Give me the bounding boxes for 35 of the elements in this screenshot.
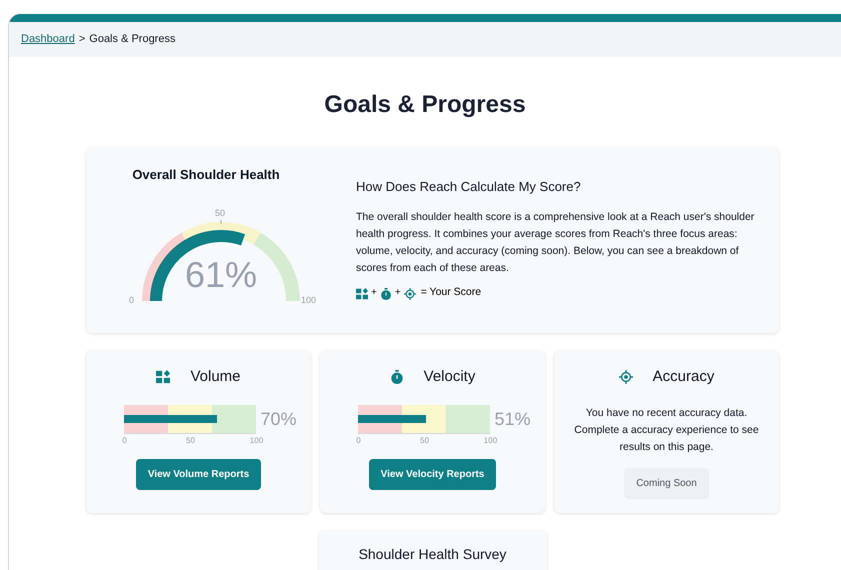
- tick-label: 0: [122, 434, 127, 446]
- reports-button[interactable]: View Volume Reports: [136, 458, 262, 490]
- plus-sign: +: [394, 286, 401, 300]
- gauge-tick-label: 50: [215, 206, 226, 220]
- tick-label: 100: [484, 434, 498, 446]
- page-title: Goals & Progress: [323, 90, 527, 120]
- card-title: Overall Shoulder Health: [132, 166, 280, 184]
- tick-label: 50: [420, 434, 429, 446]
- grid-icon: [356, 288, 368, 300]
- tick-label: 0: [356, 434, 361, 446]
- breadcrumb-link[interactable]: Dashboard: [21, 31, 75, 48]
- stopwatch-icon: [390, 370, 404, 384]
- area-title: Accuracy: [652, 367, 714, 387]
- grid-icon: [156, 370, 170, 384]
- breadcrumb-separator: >: [78, 32, 86, 48]
- gauge-value: 61%: [184, 256, 258, 292]
- bar-value: 70%: [260, 408, 297, 430]
- info-heading: How Does Reach Calculate My Score?: [356, 178, 582, 196]
- gauge-tick-label: 0: [129, 294, 134, 306]
- gauge-tick-label: 100: [301, 294, 316, 306]
- tick-label: 50: [186, 434, 195, 446]
- breadcrumb-current: Goals & Progress: [89, 32, 176, 48]
- reports-button[interactable]: View Velocity Reports: [368, 458, 496, 490]
- stopwatch-icon: [380, 288, 392, 300]
- target-icon: [404, 288, 416, 300]
- area-title: Volume: [190, 367, 241, 387]
- area-title: Velocity: [424, 367, 476, 387]
- bar-value: 51%: [494, 408, 531, 430]
- no-data-message: You have no recent accuracy data. Complete a accuracy experience to see results on this page.: [573, 406, 760, 454]
- tick-label: 100: [250, 434, 264, 446]
- info-text: The overall shoulder health score is a comprehensive look at a Reach user's shoulder health progress. It combines your average scores from Reach's three focus areas: volume, velocity, and accuracy (coming soon). Below, you can see a breakdown of scores from each of these areas.: [356, 210, 756, 276]
- plus-sign: +: [371, 286, 377, 300]
- survey-title: Shoulder Health Survey: [358, 545, 506, 564]
- formula-result: = Your Score: [420, 284, 482, 300]
- target-icon: [618, 370, 633, 384]
